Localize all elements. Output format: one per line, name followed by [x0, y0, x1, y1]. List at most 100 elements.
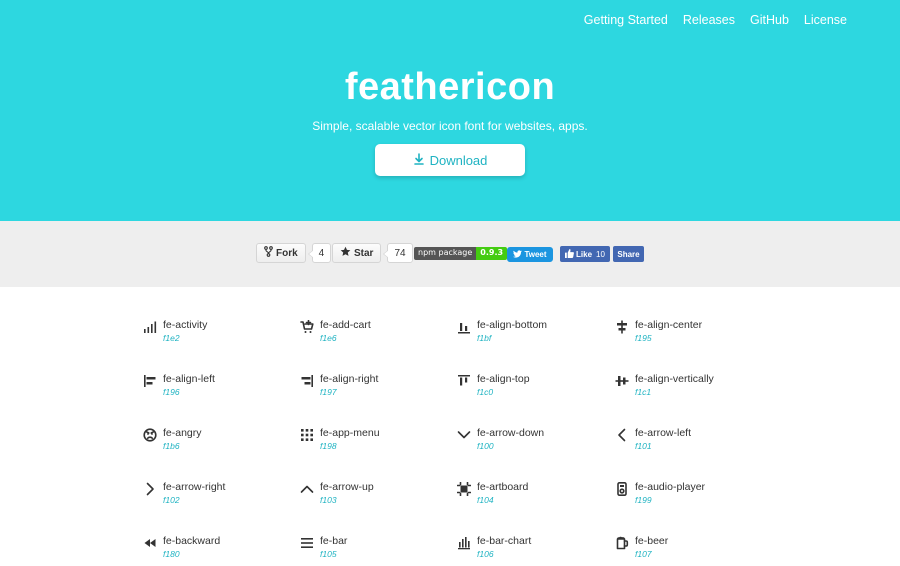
nav-releases-link[interactable]: Releases	[683, 13, 735, 27]
icon-class-name: fe-audio-player	[635, 481, 706, 493]
icon-code: f197	[320, 387, 337, 397]
angry-icon	[143, 428, 157, 442]
icon-code: f1bf	[477, 333, 492, 343]
fork-count[interactable]: 4	[307, 243, 332, 263]
icon-code: f198	[320, 441, 337, 451]
twitter-bird-icon	[513, 249, 523, 260]
icon-list-item[interactable]: fe-beer f107	[615, 535, 765, 566]
activity-icon	[143, 320, 157, 334]
icon-class-name: fe-align-vertically	[635, 373, 714, 385]
nav-github-link[interactable]: GitHub	[750, 13, 789, 27]
beer-icon	[615, 536, 629, 550]
icon-list-item[interactable]: fe-align-vertically f1c1	[615, 373, 765, 404]
icon-class-name: fe-arrow-left	[635, 427, 692, 439]
icon-code: f102	[163, 495, 180, 505]
icon-list-item[interactable]: fe-align-left f196	[143, 373, 293, 404]
top-nav: Getting Started Releases GitHub License	[584, 13, 847, 27]
bar-chart-icon	[457, 536, 471, 550]
icon-list-item[interactable]: fe-artboard f104	[457, 481, 607, 512]
icon-list-item[interactable]: fe-align-center f195	[615, 319, 765, 350]
icon-class-name: fe-bar	[320, 535, 348, 547]
download-label: Download	[429, 152, 488, 168]
icon-class-name: fe-activity	[163, 319, 208, 331]
share-label: Share	[617, 249, 640, 259]
icon-class-name: fe-add-cart	[320, 319, 371, 331]
icon-code: f106	[477, 549, 494, 559]
icon-code: f104	[477, 495, 494, 505]
fork-label: Fork	[276, 247, 298, 259]
align-left-icon	[143, 374, 157, 388]
icon-list-item[interactable]: fe-backward f180	[143, 535, 293, 566]
like-count: 10	[596, 249, 605, 259]
align-center-icon	[615, 320, 629, 334]
download-icon	[413, 152, 425, 168]
npm-badge[interactable]: npm package 0.9.3	[414, 247, 508, 260]
icon-list-item[interactable]: fe-bar f105	[300, 535, 450, 566]
nav-getting-started-link[interactable]: Getting Started	[584, 13, 668, 27]
icon-list-item[interactable]: fe-align-bottom f1bf	[457, 319, 607, 350]
arrow-down-icon	[457, 428, 471, 442]
icon-class-name: fe-align-center	[635, 319, 703, 331]
icon-list-item[interactable]: fe-bar-chart f106	[457, 535, 607, 566]
icon-code: f1c1	[635, 387, 652, 397]
icon-code: f1e2	[163, 333, 180, 343]
page-subtitle: Simple, scalable vector icon font for we…	[312, 119, 588, 133]
icon-class-name: fe-arrow-up	[320, 481, 374, 493]
icon-code: f101	[635, 441, 652, 451]
icon-class-name: fe-app-menu	[320, 427, 380, 439]
icon-class-name: fe-artboard	[477, 481, 529, 493]
github-fork-widget: Fork 4	[256, 243, 332, 263]
icon-list-item[interactable]: fe-add-cart f1e6	[300, 319, 450, 350]
align-vertically-icon	[615, 374, 629, 388]
icon-class-name: fe-align-left	[163, 373, 215, 385]
icon-list-item[interactable]: fe-align-right f197	[300, 373, 450, 404]
icon-list-item[interactable]: fe-angry f1b6	[143, 427, 293, 458]
icon-list-item[interactable]: fe-audio-player f199	[615, 481, 765, 512]
icon-code: f195	[635, 333, 652, 343]
icon-code: f1b6	[163, 441, 180, 451]
icon-class-name: fe-backward	[163, 535, 221, 547]
icon-class-name: fe-align-top	[477, 373, 530, 385]
icon-code: f1e6	[320, 333, 337, 343]
icon-class-name: fe-align-right	[320, 373, 379, 385]
icon-code: f103	[320, 495, 337, 505]
github-star-widget: Star 74	[332, 243, 413, 263]
icon-list-item[interactable]: fe-app-menu f198	[300, 427, 450, 458]
arrow-right-icon	[143, 482, 157, 496]
facebook-share-button[interactable]: Share	[613, 246, 644, 262]
icon-list-item[interactable]: fe-arrow-right f102	[143, 481, 293, 512]
facebook-like-button[interactable]: Like 10	[560, 246, 610, 262]
star-icon	[340, 246, 351, 260]
align-top-icon	[457, 374, 471, 388]
star-button[interactable]: Star	[332, 243, 382, 263]
npm-badge-version: 0.9.3	[476, 247, 508, 260]
arrow-up-icon	[300, 482, 314, 496]
fork-button[interactable]: Fork	[256, 243, 306, 263]
icon-list-item[interactable]: fe-arrow-down f100	[457, 427, 607, 458]
fork-icon	[264, 246, 273, 260]
artboard-icon	[457, 482, 471, 496]
icon-code: f100	[477, 441, 494, 451]
icon-code: f107	[635, 549, 652, 559]
app-menu-icon	[300, 428, 314, 442]
align-bottom-icon	[457, 320, 471, 334]
thumbs-up-icon	[565, 248, 574, 260]
page-title: feathericon	[344, 66, 556, 108]
hero-section: Getting Started Releases GitHub License …	[0, 0, 900, 221]
icon-list-item[interactable]: fe-arrow-left f101	[615, 427, 765, 458]
star-label: Star	[354, 247, 374, 259]
arrow-left-icon	[615, 428, 629, 442]
icon-list-item[interactable]: fe-activity f1e2	[143, 319, 293, 350]
download-button[interactable]: Download	[375, 144, 525, 176]
icon-list-item[interactable]: fe-align-top f1c0	[457, 373, 607, 404]
like-label: Like	[576, 249, 593, 259]
icon-class-name: fe-align-bottom	[477, 319, 548, 331]
icon-list-item[interactable]: fe-arrow-up f103	[300, 481, 450, 512]
nav-license-link[interactable]: License	[804, 13, 847, 27]
icon-code: f180	[163, 549, 180, 559]
backward-icon	[143, 536, 157, 550]
add-cart-icon	[300, 320, 314, 334]
npm-badge-label: npm package	[414, 247, 477, 260]
star-count[interactable]: 74	[383, 243, 413, 263]
tweet-button[interactable]: Tweet	[507, 247, 553, 262]
